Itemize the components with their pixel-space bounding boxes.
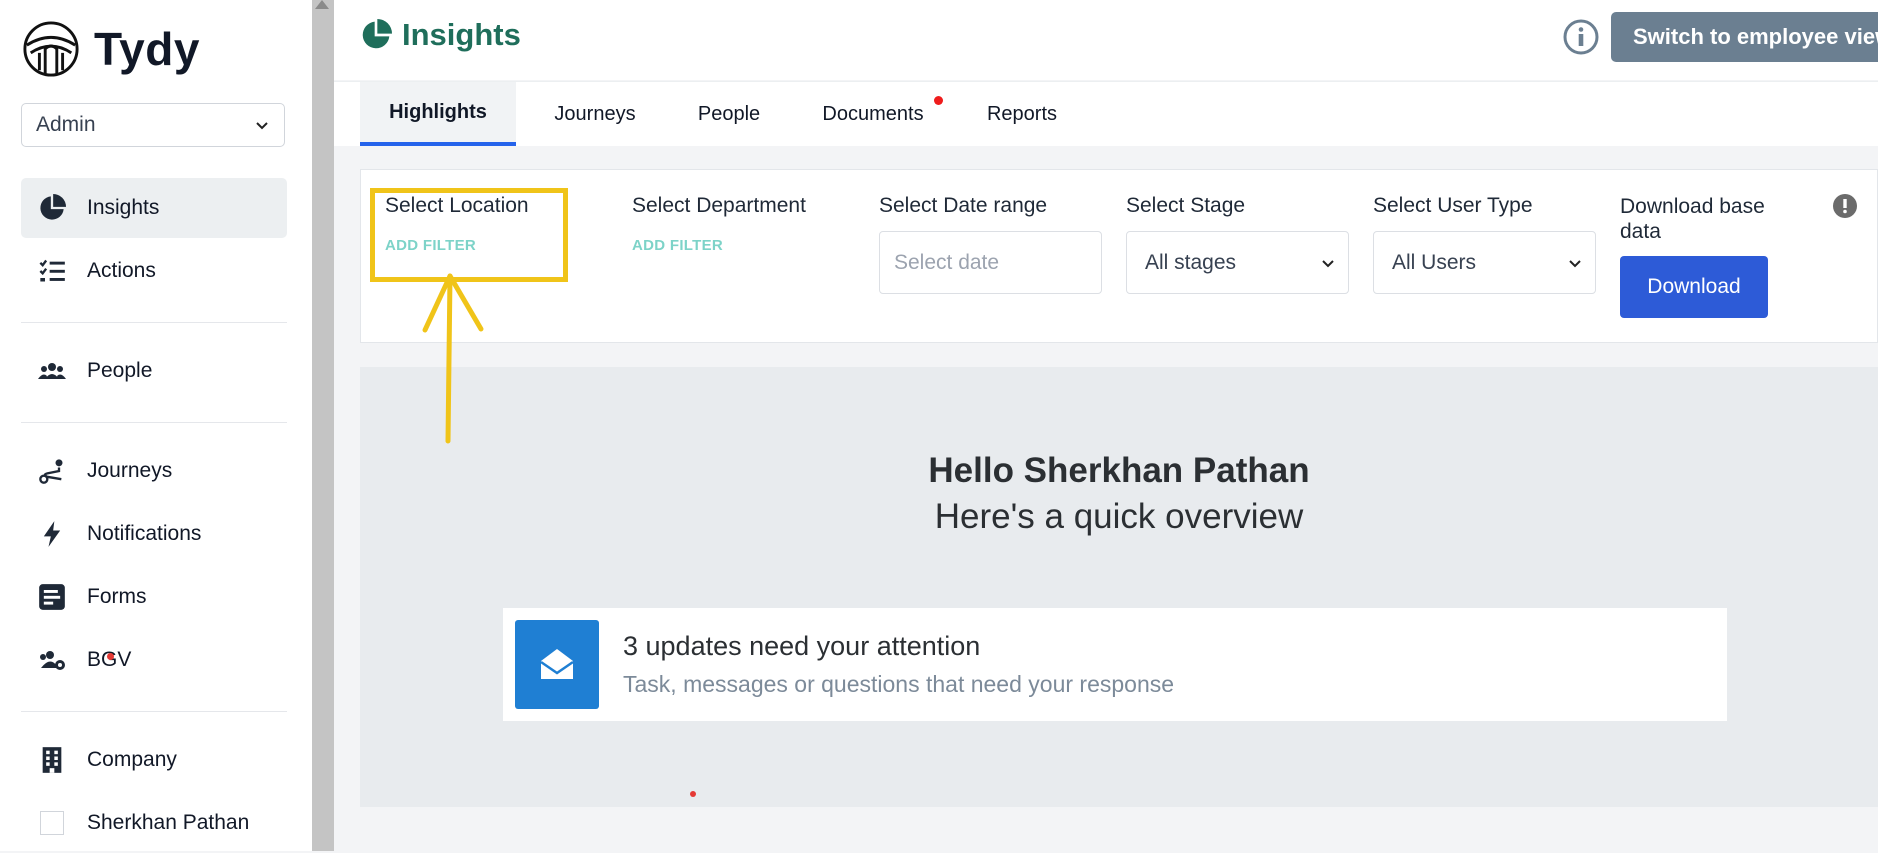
notification-dot — [107, 653, 114, 660]
department-add-filter-link[interactable]: ADD FILTER — [632, 237, 723, 254]
avatar — [37, 808, 67, 838]
date-range-label: Select Date range — [879, 194, 1048, 217]
sidebar-item-label: BGV — [87, 648, 131, 672]
overview-panel: Hello Sherkhan Pathan Here's a quick ove… — [360, 367, 1878, 807]
updates-card-subtitle: Task, messages or questions that need yo… — [623, 671, 1175, 697]
role-select-value: Admin — [36, 113, 96, 136]
sidebar-item-label: Insights — [87, 196, 160, 219]
sidebar: Tydy Admin Insights Actions People Journ… — [0, 0, 312, 851]
sidebar-item-notifications[interactable]: Notifications — [21, 504, 287, 564]
updates-card[interactable]: 3 updates need your attention Task, mess… — [503, 608, 1727, 721]
building-icon — [37, 745, 67, 775]
info-icon[interactable] — [1562, 18, 1600, 56]
annotation-arrow-icon — [422, 273, 484, 444]
tab-reports[interactable]: Reports — [962, 82, 1082, 146]
sidebar-item-label: Sherkhan Pathan — [87, 811, 250, 834]
role-select[interactable]: Admin — [21, 103, 285, 147]
sidebar-item-actions[interactable]: Actions — [21, 241, 287, 301]
main-content: Insights Switch to employee view Highlig… — [334, 0, 1878, 851]
sidebar-item-people[interactable]: People — [21, 341, 287, 401]
sidebar-item-label: People — [87, 359, 153, 382]
tab-documents[interactable]: Documents — [798, 82, 948, 146]
notification-dot — [690, 791, 696, 797]
tab-notification-dot — [934, 96, 943, 105]
top-bar: Insights Switch to employee view — [334, 0, 1878, 80]
updates-card-title: 3 updates need your attention — [623, 631, 981, 661]
stage-select-value: All stages — [1145, 250, 1237, 274]
chevron-down-icon — [1322, 259, 1334, 267]
page-title: Insights — [360, 17, 521, 53]
switch-to-employee-view-button[interactable]: Switch to employee view — [1611, 12, 1878, 62]
sidebar-scrollbar[interactable] — [312, 0, 334, 851]
sidebar-item-insights[interactable]: Insights — [21, 178, 287, 238]
pie-chart-icon — [37, 193, 67, 223]
annotation-highlight-box — [370, 188, 568, 282]
sidebar-item-label: Notifications — [87, 522, 202, 545]
sidebar-divider — [21, 711, 287, 712]
checklist-icon — [37, 256, 67, 286]
envelope-open-icon — [515, 620, 599, 709]
tab-bar: Highlights Journeys People Documents Rep… — [334, 81, 1878, 146]
sidebar-item-label: Journeys — [87, 459, 173, 482]
overview-subtitle: Here's a quick overview — [934, 497, 1304, 536]
sidebar-item-label: Actions — [87, 259, 156, 282]
form-icon — [37, 582, 67, 612]
tab-people[interactable]: People — [674, 82, 784, 146]
user-type-filter-label: Select User Type — [1373, 194, 1533, 217]
users-gear-icon — [37, 645, 67, 675]
alert-icon[interactable] — [1833, 194, 1857, 218]
bolt-icon — [37, 519, 67, 549]
department-filter-label: Select Department — [632, 194, 806, 217]
download-button[interactable]: Download — [1620, 256, 1768, 318]
logo[interactable]: Tydy — [22, 20, 200, 78]
sidebar-divider — [21, 322, 287, 323]
scroll-up-arrow-icon[interactable] — [315, 0, 329, 9]
download-base-data-label: Download base data — [1620, 195, 1765, 243]
stage-select[interactable]: All stages — [1126, 231, 1349, 294]
sidebar-item-label: Forms — [87, 585, 147, 608]
tab-highlights[interactable]: Highlights — [360, 82, 516, 146]
stage-filter-label: Select Stage — [1126, 194, 1246, 217]
user-type-select-value: All Users — [1392, 250, 1477, 274]
chevron-down-icon — [256, 122, 268, 130]
date-range-input[interactable]: Select date — [879, 231, 1102, 294]
sidebar-item-forms[interactable]: Forms — [21, 567, 287, 627]
sidebar-item-company[interactable]: Company — [21, 730, 287, 790]
greeting-heading: Hello Sherkhan Pathan — [928, 451, 1310, 490]
sidebar-item-bgv[interactable]: BGV — [21, 630, 287, 690]
route-icon — [37, 456, 67, 486]
logo-text: Tydy — [94, 23, 200, 75]
chevron-down-icon — [1569, 259, 1581, 267]
tab-journeys[interactable]: Journeys — [530, 82, 660, 146]
tydy-logo-icon — [23, 21, 79, 77]
page-title-text: Insights — [402, 17, 521, 52]
sidebar-item-journeys[interactable]: Journeys — [21, 441, 287, 501]
sidebar-item-profile[interactable]: Sherkhan Pathan — [21, 793, 287, 853]
sidebar-divider — [21, 422, 287, 423]
user-type-select[interactable]: All Users — [1373, 231, 1596, 294]
filter-panel: Select Location ADD FILTER Select Depart… — [360, 169, 1878, 343]
pie-chart-icon — [362, 19, 392, 49]
users-icon — [37, 356, 67, 386]
sidebar-item-label: Company — [87, 748, 177, 771]
